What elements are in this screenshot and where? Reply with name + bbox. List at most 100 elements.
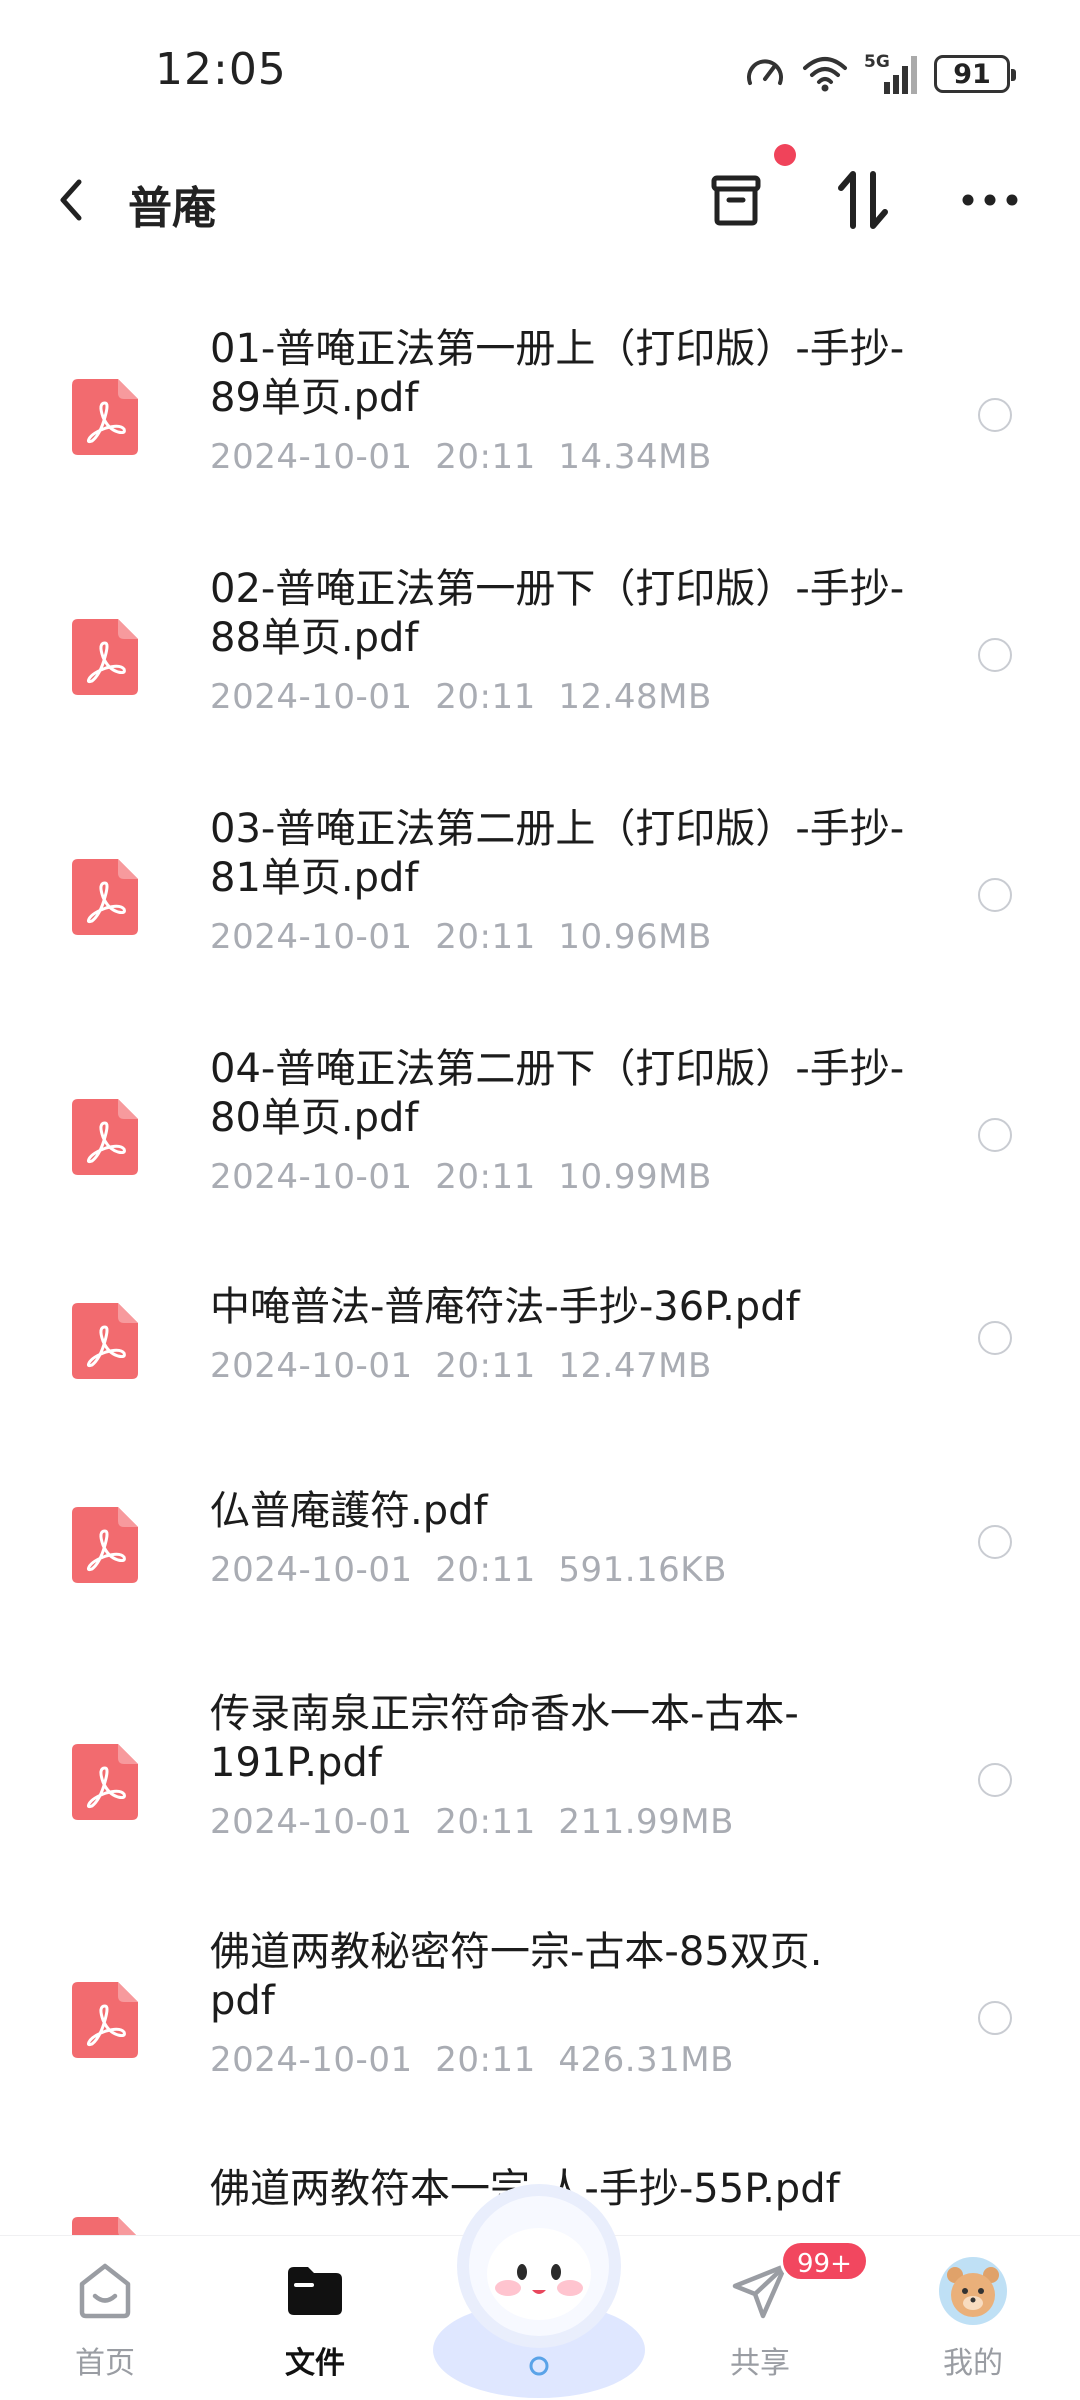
file-name: 04-普唵正法第二册下（打印版）-手抄-80单页.pdf	[210, 1046, 905, 1141]
file-item[interactable]: 传录南泉正宗符命香水一本-古本-191P.pdf 2024-10-01 20:1…	[0, 1690, 1080, 1900]
pdf-file-icon	[72, 1507, 138, 1583]
file-meta: 2024-10-01 20:11 426.31MB	[210, 2040, 830, 2080]
file-name: 02-普唵正法第一册下（打印版）-手抄-88单页.pdf	[210, 566, 905, 661]
pdf-file-icon	[72, 1099, 138, 1175]
pdf-file-icon	[72, 379, 138, 455]
battery-level: 91	[953, 58, 991, 90]
file-time: 20:11	[435, 1550, 536, 1590]
file-size: 426.31MB	[558, 2040, 734, 2080]
speed-icon	[747, 59, 783, 85]
file-time: 20:11	[435, 1802, 536, 1842]
mascot-button[interactable]	[428, 2170, 650, 2400]
app-root: 12:05 5G 91 普庵 01-普唵正法第一册上（打印版）-手抄-89单页.…	[0, 0, 1080, 2400]
file-meta: 2024-10-01 20:11 591.16KB	[210, 1550, 910, 1590]
file-text: 01-普唵正法第一册上（打印版）-手抄-89单页.pdf 2024-10-01 …	[210, 325, 910, 477]
select-radio[interactable]	[978, 1525, 1012, 1559]
recycle-bin-button[interactable]	[700, 164, 772, 236]
nav-label-files: 文件	[285, 2346, 345, 2381]
file-name: 03-普唵正法第二册上（打印版）-手抄-81单页.pdf	[210, 806, 905, 901]
file-size: 591.16KB	[558, 1550, 727, 1590]
pdf-file-icon	[72, 859, 138, 935]
select-radio[interactable]	[978, 398, 1012, 432]
file-meta: 2024-10-01 20:11 10.96MB	[210, 917, 910, 957]
share-badge: 99+	[780, 2240, 869, 2282]
file-text: 03-普唵正法第二册上（打印版）-手抄-81单页.pdf 2024-10-01 …	[210, 805, 910, 957]
file-date: 2024-10-01	[210, 677, 413, 717]
file-time: 20:11	[435, 917, 536, 957]
file-text: 佛道两教秘密符一宗-古本-85双页.pdf 2024-10-01 20:11 4…	[210, 1928, 830, 2080]
nav-label-mine: 我的	[943, 2346, 1003, 2381]
file-time: 20:11	[435, 1157, 536, 1197]
nav-item-home[interactable]: 首页	[35, 2258, 175, 2382]
file-name: 传录南泉正宗符命香水一本-古本-191P.pdf	[210, 1691, 799, 1786]
file-text: 传录南泉正宗符命香水一本-古本-191P.pdf 2024-10-01 20:1…	[210, 1690, 810, 1842]
file-name: 佛道两教秘密符一宗-古本-85双页.pdf	[210, 1929, 823, 2024]
file-text: 仏普庵護符.pdf 2024-10-01 20:11 591.16KB	[210, 1487, 910, 1590]
file-name: 01-普唵正法第一册上（打印版）-手抄-89单页.pdf	[210, 326, 905, 421]
file-time: 20:11	[435, 2040, 536, 2080]
status-icons: 5G 91	[744, 50, 1016, 98]
file-item[interactable]: 中唵普法-普庵符法-手抄-36P.pdf 2024-10-01 20:11 12…	[0, 1283, 1080, 1443]
pdf-file-icon	[72, 1982, 138, 2058]
file-text: 中唵普法-普庵符法-手抄-36P.pdf 2024-10-01 20:11 12…	[210, 1283, 910, 1386]
file-text: 04-普唵正法第二册下（打印版）-手抄-80单页.pdf 2024-10-01 …	[210, 1045, 910, 1197]
select-radio[interactable]	[978, 638, 1012, 672]
file-name: 中唵普法-普庵符法-手抄-36P.pdf	[210, 1284, 800, 1330]
file-size: 12.48MB	[558, 677, 712, 717]
file-item[interactable]: 仏普庵護符.pdf 2024-10-01 20:11 591.16KB	[0, 1487, 1080, 1647]
file-meta: 2024-10-01 20:11 10.99MB	[210, 1157, 910, 1197]
notification-dot	[774, 144, 796, 166]
file-item[interactable]: 04-普唵正法第二册下（打印版）-手抄-80单页.pdf 2024-10-01 …	[0, 1045, 1080, 1255]
file-date: 2024-10-01	[210, 1802, 413, 1842]
avatar-icon	[939, 2257, 1007, 2325]
status-bar: 12:05 5G 91	[0, 0, 1080, 130]
file-meta: 2024-10-01 20:11 14.34MB	[210, 437, 910, 477]
file-size: 10.99MB	[558, 1157, 712, 1197]
select-radio[interactable]	[978, 1321, 1012, 1355]
file-item[interactable]: 01-普唵正法第一册上（打印版）-手抄-89单页.pdf 2024-10-01 …	[0, 325, 1080, 535]
file-meta: 2024-10-01 20:11 211.99MB	[210, 1802, 810, 1842]
file-time: 20:11	[435, 677, 536, 717]
status-time: 12:05	[155, 44, 287, 95]
back-icon	[60, 179, 82, 221]
file-item[interactable]: 02-普唵正法第一册下（打印版）-手抄-88单页.pdf 2024-10-01 …	[0, 565, 1080, 775]
file-date: 2024-10-01	[210, 437, 413, 477]
nav-label-share: 共享	[730, 2346, 790, 2381]
more-icon	[962, 194, 1018, 206]
file-time: 20:11	[435, 1346, 536, 1386]
file-time: 20:11	[435, 437, 536, 477]
file-meta: 2024-10-01 20:11 12.47MB	[210, 1346, 910, 1386]
sort-button[interactable]	[827, 164, 899, 236]
file-item[interactable]: 03-普唵正法第二册上（打印版）-手抄-81单页.pdf 2024-10-01 …	[0, 805, 1080, 1015]
file-date: 2024-10-01	[210, 1157, 413, 1197]
more-button[interactable]	[954, 164, 1026, 236]
file-meta: 2024-10-01 20:11 12.48MB	[210, 677, 910, 717]
nav-label-home: 首页	[75, 2346, 135, 2381]
select-radio[interactable]	[978, 1118, 1012, 1152]
pdf-file-icon	[72, 1744, 138, 1820]
header: 普庵	[0, 144, 1080, 250]
back-button[interactable]	[40, 168, 100, 232]
signal-icon: 5G	[864, 52, 918, 96]
pdf-file-icon	[72, 1303, 138, 1379]
select-radio[interactable]	[978, 878, 1012, 912]
file-date: 2024-10-01	[210, 2040, 413, 2080]
file-date: 2024-10-01	[210, 1550, 413, 1590]
pdf-file-icon	[72, 619, 138, 695]
folder-icon	[288, 2267, 342, 2315]
page-title: 普庵	[128, 183, 216, 234]
sort-icon	[838, 171, 888, 229]
wifi-icon	[803, 57, 847, 92]
recycle-bin-icon	[711, 175, 761, 226]
file-date: 2024-10-01	[210, 917, 413, 957]
nav-item-files[interactable]: 文件	[245, 2258, 385, 2382]
home-icon	[79, 2263, 131, 2319]
file-size: 211.99MB	[558, 1802, 734, 1842]
file-size: 10.96MB	[558, 917, 712, 957]
select-radio[interactable]	[978, 2001, 1012, 2035]
file-text: 02-普唵正法第一册下（打印版）-手抄-88单页.pdf 2024-10-01 …	[210, 565, 910, 717]
nav-item-mine[interactable]: 我的	[903, 2257, 1043, 2382]
select-radio[interactable]	[978, 1763, 1012, 1797]
file-name: 仏普庵護符.pdf	[210, 1488, 488, 1534]
file-item[interactable]: 佛道两教秘密符一宗-古本-85双页.pdf 2024-10-01 20:11 4…	[0, 1928, 1080, 2138]
